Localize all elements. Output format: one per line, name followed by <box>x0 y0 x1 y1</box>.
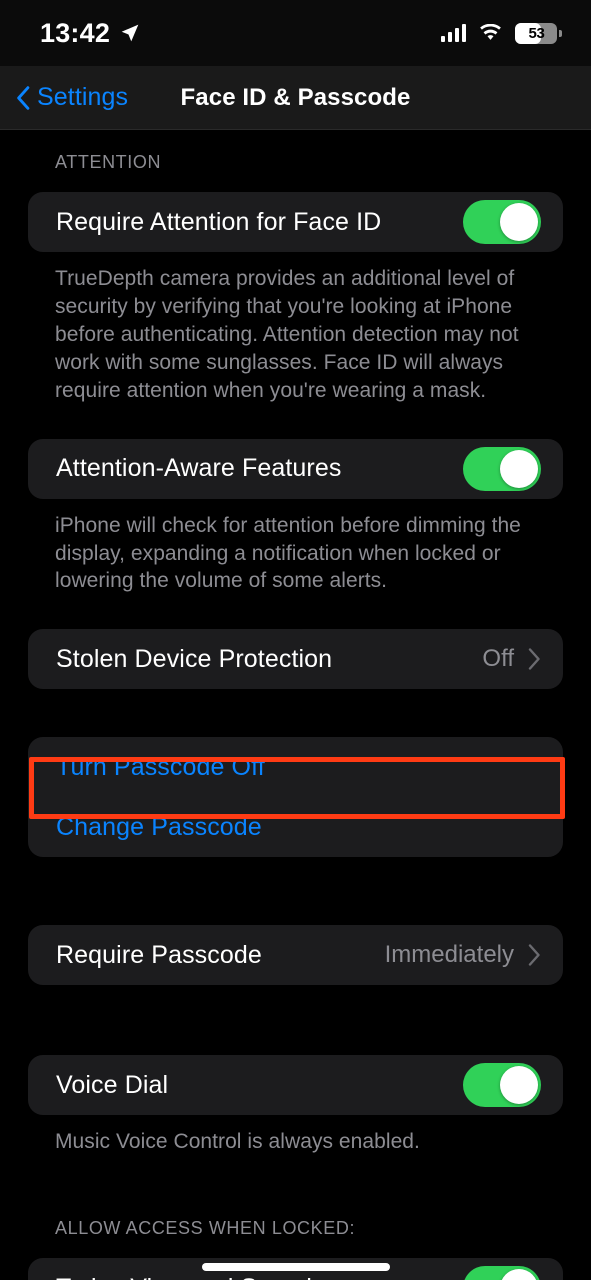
row-value: Immediately <box>384 941 514 969</box>
row-label: Stolen Device Protection <box>56 644 333 673</box>
row-change-passcode[interactable]: Change Passcode <box>28 797 563 857</box>
home-indicator <box>201 1263 390 1271</box>
row-require-attention-for-face-id[interactable]: Require Attention for Face ID <box>28 192 563 252</box>
back-button[interactable]: Settings <box>16 83 128 112</box>
toggle-attention-aware-features[interactable] <box>463 446 541 491</box>
toggle-knob <box>500 203 538 241</box>
chevron-right-icon <box>528 648 540 671</box>
status-bar-left: 13:42 <box>40 18 140 49</box>
section-header-allow-access-when-locked: ALLOW ACCESS WHEN LOCKED: <box>55 1218 356 1239</box>
navigation-bar: Settings Face ID & Passcode <box>0 66 591 130</box>
row-label: Require Attention for Face ID <box>56 207 382 236</box>
cellular-bars-icon <box>440 24 466 42</box>
status-bar-right: 53 <box>440 22 562 44</box>
location-arrow-icon <box>121 24 139 42</box>
back-button-label: Settings <box>37 83 129 111</box>
row-label: Require Passcode <box>56 940 262 969</box>
card-require-passcode: Require Passcode Immediately <box>28 925 563 986</box>
status-bar-clock: 13:42 <box>40 17 111 48</box>
toggle-knob <box>500 1066 538 1105</box>
toggle-knob <box>500 1269 538 1280</box>
status-bar: 13:42 53 <box>0 0 591 66</box>
row-label: Turn Passcode Off <box>56 752 265 781</box>
row-turn-passcode-off[interactable]: Turn Passcode Off <box>28 737 563 797</box>
card-voice-dial: Voice Dial <box>28 1055 563 1116</box>
card-passcode-actions: Turn Passcode Off Change Passcode <box>28 737 563 858</box>
settings-scroll-view[interactable]: ATTENTION Require Attention for Face ID … <box>0 130 591 1280</box>
toggle-require-attention-for-face-id[interactable] <box>463 200 541 244</box>
section-header-attention: ATTENTION <box>55 152 162 172</box>
row-require-passcode[interactable]: Require Passcode Immediately <box>28 925 563 985</box>
toggle-today-view-and-search[interactable] <box>463 1266 541 1280</box>
row-attention-aware-features[interactable]: Attention-Aware Features <box>28 439 563 499</box>
battery-percent-label: 53 <box>528 24 545 42</box>
card-attention-aware: Attention-Aware Features <box>28 438 563 499</box>
row-voice-dial[interactable]: Voice Dial <box>28 1055 563 1115</box>
iphone-screen: 13:42 53 Settings Face ID & Passcode ATT… <box>0 0 591 1280</box>
row-label: Change Passcode <box>56 812 262 841</box>
toggle-knob <box>500 449 538 488</box>
row-label: Today View and Search <box>56 1274 463 1280</box>
wifi-icon <box>480 24 501 40</box>
toggle-voice-dial[interactable] <box>463 1063 541 1108</box>
footnote-voice-dial: Music Voice Control is always enabled. <box>55 1130 420 1154</box>
card-require-attention: Require Attention for Face ID <box>28 192 563 252</box>
card-stolen-device-protection: Stolen Device Protection Off <box>28 629 563 690</box>
footnote-attention-aware: iPhone will check for attention before d… <box>55 513 521 593</box>
row-stolen-device-protection[interactable]: Stolen Device Protection Off <box>28 629 563 689</box>
chevron-left-icon <box>17 85 30 110</box>
row-label: Attention-Aware Features <box>56 454 342 483</box>
row-value: Off <box>482 645 514 673</box>
footnote-require-attention: TrueDepth camera provides an additional … <box>55 267 519 402</box>
battery-icon: 53 <box>515 22 562 44</box>
row-label: Voice Dial <box>56 1070 169 1099</box>
chevron-right-icon <box>528 944 540 967</box>
